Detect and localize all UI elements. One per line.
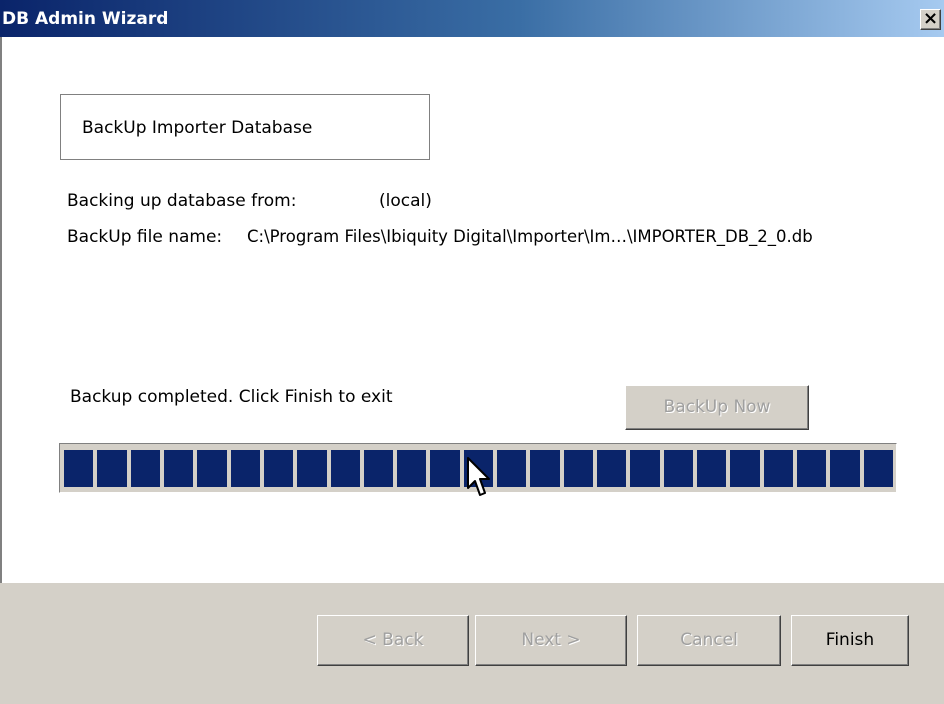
close-icon: × (922, 8, 939, 29)
backup-from-value: (local) (379, 191, 432, 211)
page-heading: BackUp Importer Database (82, 118, 313, 138)
progress-segment (197, 450, 227, 487)
next-button[interactable]: Next > (475, 615, 627, 666)
progress-segment (263, 450, 294, 487)
progress-segment (830, 450, 860, 487)
cancel-button[interactable]: Cancel (637, 615, 781, 666)
progress-segment (297, 450, 327, 487)
progress-segment (497, 450, 527, 487)
wizard-window: DB Admin Wizard × BackUp Importer Databa… (0, 0, 944, 704)
backup-now-button[interactable]: BackUp Now (625, 385, 809, 430)
backup-from-label: Backing up database from: (67, 191, 297, 211)
progress-segment (663, 450, 693, 487)
status-text: Backup completed. Click Finish to exit (70, 387, 393, 407)
progress-segment (230, 450, 260, 487)
progress-segment (763, 450, 793, 487)
wizard-page: BackUp Importer Database Backing up data… (0, 37, 944, 583)
progress-segment (696, 450, 727, 487)
progress-segment (863, 450, 893, 487)
progress-segment (97, 450, 127, 487)
finish-button[interactable]: Finish (791, 615, 909, 666)
progress-segment (330, 450, 360, 487)
progress-segment (163, 450, 194, 487)
title-bar[interactable]: DB Admin Wizard × (0, 0, 944, 37)
progress-segment (563, 450, 593, 487)
progress-segment (796, 450, 827, 487)
close-button[interactable]: × (920, 8, 941, 30)
progress-segment (130, 450, 160, 487)
progress-segment (363, 450, 394, 487)
backup-file-label: BackUp file name: (67, 227, 223, 247)
mouse-cursor-icon (467, 457, 490, 496)
page-heading-box: BackUp Importer Database (60, 94, 430, 160)
progress-segment (597, 450, 627, 487)
progress-segment (430, 450, 460, 487)
window-title: DB Admin Wizard (2, 9, 169, 29)
back-button[interactable]: < Back (317, 615, 469, 666)
backup-file-value: C:\Program Files\Ibiquity Digital\Import… (247, 227, 813, 246)
progress-segment (730, 450, 760, 487)
progress-segment (530, 450, 560, 487)
progress-segment (397, 450, 427, 487)
progress-segment (630, 450, 660, 487)
progress-segment (64, 450, 94, 487)
